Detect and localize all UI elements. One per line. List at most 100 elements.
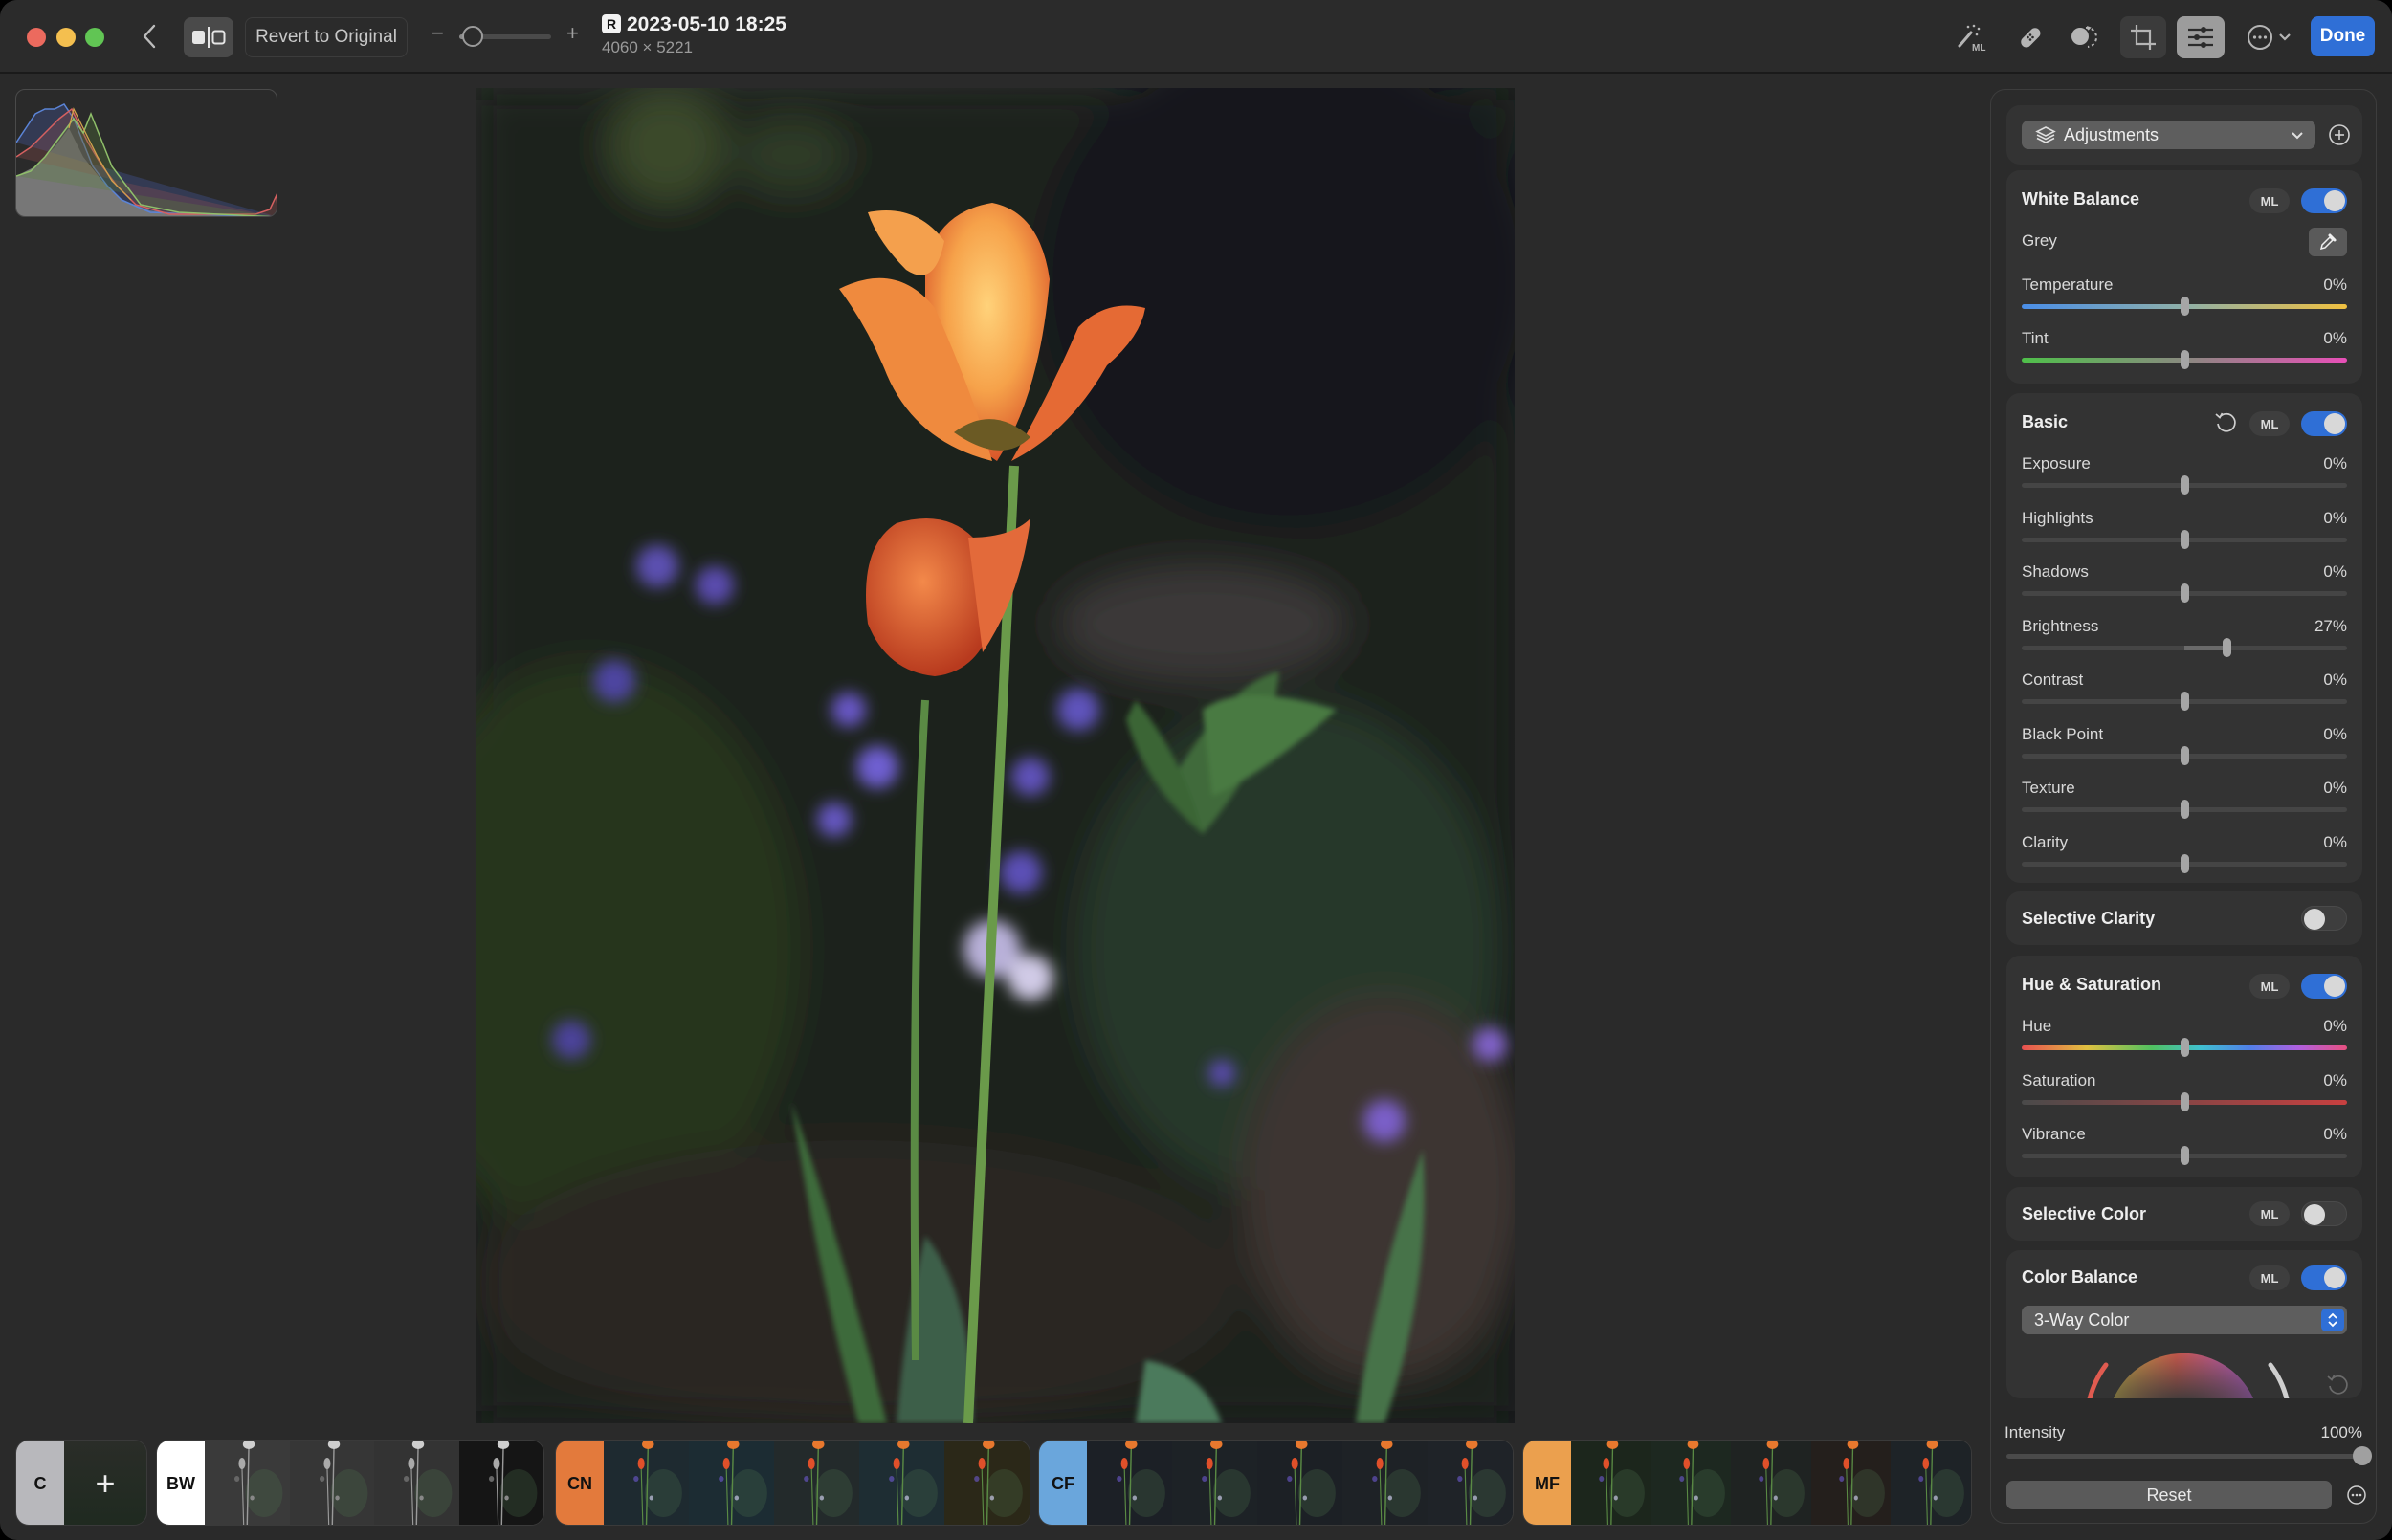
slider-brightness[interactable] bbox=[2022, 637, 2347, 657]
panel-more-options-icon[interactable] bbox=[2346, 1485, 2367, 1506]
minimize-window-button[interactable] bbox=[56, 28, 76, 47]
slider-highlights[interactable] bbox=[2022, 529, 2347, 549]
grey-picker-button[interactable] bbox=[2309, 228, 2347, 256]
lut-preset-thumbnail[interactable] bbox=[944, 1441, 1030, 1525]
slider-thumb[interactable] bbox=[2181, 745, 2189, 765]
slider-tint[interactable] bbox=[2022, 350, 2347, 369]
reset-button[interactable]: Reset bbox=[2006, 1481, 2332, 1509]
ml-auto-button[interactable]: ML bbox=[2249, 1201, 2290, 1226]
ml-auto-button[interactable]: ML bbox=[2249, 411, 2290, 436]
layer-dropdown[interactable]: Adjustments bbox=[2022, 121, 2315, 149]
lut-preset-thumbnail[interactable] bbox=[859, 1441, 944, 1525]
slider-thumb[interactable] bbox=[2181, 583, 2189, 603]
intensity-slider[interactable] bbox=[2006, 1446, 2372, 1465]
lut-group-cn[interactable]: CN bbox=[555, 1440, 1030, 1526]
lut-tag-label: CF bbox=[1052, 1473, 1074, 1493]
zoom-out-button[interactable]: − bbox=[432, 21, 444, 46]
lut-group-c[interactable]: C + bbox=[15, 1440, 147, 1526]
lut-preset-thumbnail[interactable] bbox=[458, 1441, 543, 1525]
slider-clarity[interactable] bbox=[2022, 853, 2347, 873]
slider-exposure[interactable] bbox=[2022, 475, 2347, 495]
ml-auto-button[interactable]: ML bbox=[2249, 188, 2290, 213]
lut-preset-thumbnail[interactable] bbox=[1810, 1441, 1892, 1525]
adjustments-button[interactable] bbox=[2177, 16, 2225, 58]
lut-group-cf[interactable]: CF bbox=[1038, 1440, 1514, 1526]
lut-preset-thumbnail[interactable] bbox=[774, 1441, 859, 1525]
lut-preset-thumbnail[interactable] bbox=[1342, 1441, 1428, 1525]
intensity-slider-thumb[interactable] bbox=[2353, 1446, 2372, 1465]
zoom-in-button[interactable]: + bbox=[566, 21, 579, 46]
lut-tag-label: MF bbox=[1535, 1473, 1560, 1493]
slider-thumb[interactable] bbox=[2223, 637, 2232, 657]
revert-to-original-button[interactable]: Revert to Original bbox=[245, 17, 408, 57]
lut-preset-thumbnail[interactable] bbox=[1087, 1441, 1172, 1525]
mode-stepper[interactable] bbox=[2321, 1309, 2344, 1331]
zoom-window-button[interactable] bbox=[85, 28, 104, 47]
slider-label: Temperature bbox=[2022, 275, 2114, 294]
slider-thumb[interactable] bbox=[2181, 475, 2189, 495]
lut-preset-thumbnail[interactable] bbox=[374, 1441, 459, 1525]
compare-before-after-button[interactable] bbox=[184, 17, 233, 57]
slider-vibrance[interactable] bbox=[2022, 1146, 2347, 1165]
lut-preset-thumbnail[interactable] bbox=[689, 1441, 774, 1525]
lut-group-bw[interactable]: BW bbox=[156, 1440, 544, 1526]
slider-thumb[interactable] bbox=[2181, 1091, 2189, 1111]
add-layer-button[interactable] bbox=[2327, 122, 2352, 147]
lut-preset-thumbnail[interactable] bbox=[289, 1441, 374, 1525]
slider-thumb[interactable] bbox=[2181, 350, 2189, 369]
white-balance-toggle[interactable] bbox=[2301, 188, 2347, 213]
slider-texture[interactable] bbox=[2022, 800, 2347, 819]
slider-thumb[interactable] bbox=[2181, 800, 2189, 819]
section-title: Selective Color bbox=[2022, 1204, 2147, 1223]
reset-color-balance-icon[interactable] bbox=[2325, 1373, 2350, 1397]
lut-group-mf[interactable]: MF bbox=[1522, 1440, 1972, 1526]
selective-clarity-toggle[interactable] bbox=[2301, 906, 2347, 931]
zoom-slider[interactable] bbox=[459, 26, 551, 47]
thumbnail-image bbox=[774, 1441, 859, 1525]
lut-preset-thumbnail[interactable] bbox=[604, 1441, 689, 1525]
lut-preset-thumbnail[interactable] bbox=[1891, 1441, 1971, 1525]
basic-toggle[interactable] bbox=[2301, 411, 2347, 436]
photo-canvas[interactable] bbox=[476, 88, 1515, 1423]
ml-auto-button[interactable]: ML bbox=[2249, 974, 2290, 999]
thumbnail-image bbox=[1810, 1441, 1892, 1525]
hue-saturation-toggle[interactable] bbox=[2301, 974, 2347, 999]
slider-thumb[interactable] bbox=[2181, 529, 2189, 549]
thumbnail-image bbox=[1731, 1441, 1811, 1525]
lut-preset-thumbnail[interactable] bbox=[1731, 1441, 1811, 1525]
slider-thumb[interactable] bbox=[2181, 1038, 2189, 1057]
slider-thumb[interactable] bbox=[2181, 297, 2189, 316]
lut-preset-thumbnail[interactable] bbox=[1428, 1441, 1513, 1525]
slider-saturation[interactable] bbox=[2022, 1091, 2347, 1111]
slider-hue[interactable] bbox=[2022, 1038, 2347, 1057]
crop-button[interactable] bbox=[2120, 16, 2166, 58]
mask-button[interactable] bbox=[2061, 16, 2103, 58]
close-window-button[interactable] bbox=[27, 28, 46, 47]
photo-editor-window: Revert to Original − + R 2023-05-10 18:25… bbox=[0, 0, 2392, 1540]
done-button[interactable]: Done bbox=[2311, 16, 2375, 56]
heal-button[interactable] bbox=[2009, 16, 2051, 58]
color-wheel[interactable] bbox=[2083, 1346, 2293, 1398]
ml-enhance-button[interactable]: ML bbox=[1952, 16, 1994, 58]
lut-preset-thumbnail[interactable] bbox=[1571, 1441, 1651, 1525]
add-lut-button[interactable]: + bbox=[64, 1441, 146, 1525]
slider-contrast[interactable] bbox=[2022, 692, 2347, 711]
slider-black-point[interactable] bbox=[2022, 745, 2347, 765]
lut-preset-thumbnail[interactable] bbox=[1257, 1441, 1342, 1525]
slider-shadows[interactable] bbox=[2022, 583, 2347, 603]
slider-thumb[interactable] bbox=[2181, 1146, 2189, 1165]
color-balance-toggle[interactable] bbox=[2301, 1265, 2347, 1290]
slider-temperature[interactable] bbox=[2022, 297, 2347, 316]
color-balance-mode-select[interactable]: 3-Way Color bbox=[2022, 1306, 2347, 1334]
slider-thumb[interactable] bbox=[2181, 853, 2189, 873]
selective-color-toggle[interactable] bbox=[2301, 1201, 2347, 1226]
lut-preset-thumbnail[interactable] bbox=[1172, 1441, 1257, 1525]
ml-auto-button[interactable]: ML bbox=[2249, 1265, 2290, 1290]
slider-thumb[interactable] bbox=[2181, 692, 2189, 711]
lut-preset-thumbnail[interactable] bbox=[1650, 1441, 1732, 1525]
reset-section-icon[interactable] bbox=[2213, 410, 2238, 435]
more-options-menu[interactable] bbox=[2242, 16, 2295, 58]
zoom-slider-knob[interactable] bbox=[462, 26, 484, 47]
lut-preset-thumbnail[interactable] bbox=[205, 1441, 290, 1525]
back-button[interactable] bbox=[136, 19, 163, 54]
